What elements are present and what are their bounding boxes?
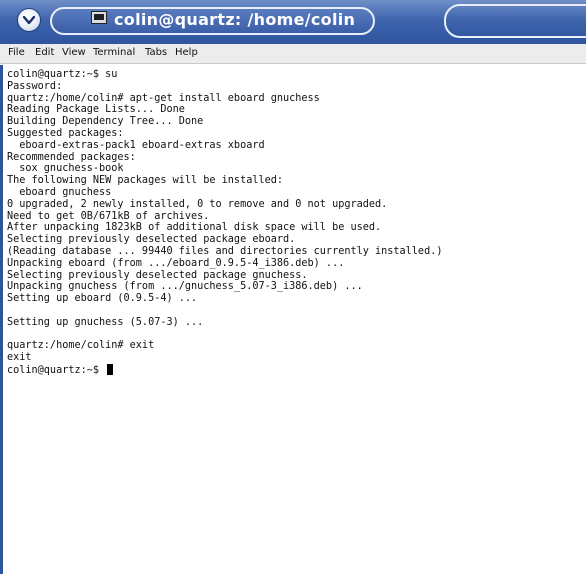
menu-terminal[interactable]: Terminal [93, 47, 135, 58]
menu-edit[interactable]: Edit [35, 47, 54, 58]
terminal-line: (Reading database ... 99440 files and di… [7, 245, 443, 257]
terminal-line: Reading Package Lists... Done [7, 104, 185, 116]
window-menu-button[interactable] [17, 8, 41, 32]
terminal-line: Suggested packages: [7, 127, 124, 139]
terminal-line: Recommended packages: [7, 151, 136, 163]
terminal-line: exit [7, 352, 32, 364]
terminal-line: quartz:/home/colin# apt-get install eboa… [7, 92, 320, 104]
terminal-output[interactable]: colin@quartz:~$ su Password: quartz:/hom… [0, 65, 586, 574]
menu-bar: File Edit View Terminal Tabs Help [0, 44, 586, 64]
terminal-line: eboard gnuchess [7, 186, 112, 198]
terminal-line: Unpacking eboard (from .../eboard_0.9.5-… [7, 257, 345, 269]
terminal-line: colin@quartz:~$ su [7, 69, 118, 80]
terminal-prompt-line[interactable]: colin@quartz:~$ [7, 363, 586, 376]
text-cursor [107, 363, 114, 375]
terminal-line: Selecting previously deselected package … [7, 234, 296, 246]
chevron-down-icon [23, 16, 35, 25]
terminal-line: quartz:/home/colin# exit [7, 340, 155, 352]
terminal-line: sox gnuchess-book [7, 163, 124, 175]
terminal-line: Need to get 0B/671kB of archives. [7, 210, 210, 222]
window-title: colin@quartz: /home/colin [114, 10, 356, 29]
terminal-line: Selecting previously deselected package … [7, 269, 308, 281]
terminal-prompt: colin@quartz:~$ [7, 364, 100, 376]
menu-help[interactable]: Help [175, 47, 198, 58]
terminal-line: Password: [7, 80, 63, 92]
terminal-line: eboard-extras-pack1 eboard-extras xboard [7, 139, 265, 151]
title-bar[interactable]: colin@quartz: /home/colin [0, 0, 586, 44]
terminal-line: Unpacking gnuchess (from .../gnuchess_5.… [7, 281, 363, 293]
window-controls-area[interactable] [444, 4, 586, 38]
menu-file[interactable]: File [8, 47, 25, 58]
terminal-line: 0 upgraded, 2 newly installed, 0 to remo… [7, 198, 388, 210]
menu-tabs[interactable]: Tabs [145, 47, 167, 58]
terminal-line: The following NEW packages will be insta… [7, 175, 284, 187]
menu-view[interactable]: View [62, 47, 86, 58]
terminal-icon [91, 11, 107, 24]
terminal-line: After unpacking 1823kB of additional dis… [7, 222, 382, 234]
terminal-line: Setting up gnuchess (5.07-3) ... [7, 316, 204, 328]
terminal-line: Setting up eboard (0.9.5-4) ... [7, 293, 198, 305]
terminal-line: Building Dependency Tree... Done [7, 116, 204, 128]
